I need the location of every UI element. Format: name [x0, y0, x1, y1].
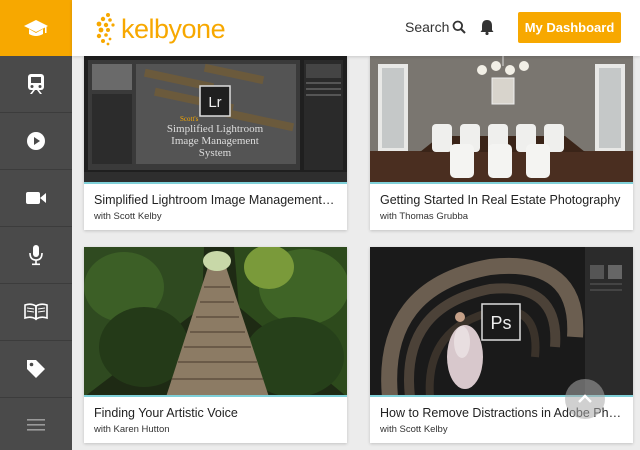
sidebar-item-podcasts[interactable] [0, 227, 72, 284]
tag-icon [27, 360, 45, 378]
play-icon [27, 132, 45, 150]
microphone-icon [29, 245, 43, 266]
card-body: Finding Your Artistic Voice with Karen H… [84, 397, 347, 443]
spiral-staircase-photo: Ps [370, 247, 633, 395]
menu-icon [27, 419, 45, 431]
sidebar [0, 0, 72, 450]
chevron-up-icon [578, 394, 592, 403]
svg-text:Simplified Lightroom: Simplified Lightroom [167, 123, 264, 135]
dining-room-photo [370, 56, 633, 182]
svg-text:Scott's: Scott's [180, 115, 199, 123]
garden-stairs-photo [84, 247, 347, 395]
kelbyone-logo[interactable]: kelbyone [96, 12, 226, 46]
train-icon [28, 74, 44, 94]
card-body: Simplified Lightroom Image Management Sy… [84, 184, 347, 230]
course-author: with Scott Kelby [380, 424, 448, 435]
course-card[interactable]: Getting Started In Real Estate Photograp… [370, 56, 633, 230]
logo-wordmark: kelbyone [121, 13, 226, 44]
course-thumbnail [84, 247, 347, 397]
svg-text:System: System [199, 147, 232, 159]
course-thumbnail: Lr Simplified Lightroom Image Management… [84, 56, 347, 184]
course-title[interactable]: Simplified Lightroom Image Management Sy… [94, 193, 337, 207]
logo-dots-icon [96, 13, 115, 46]
course-title[interactable]: Getting Started In Real Estate Photograp… [380, 193, 623, 207]
search-icon [452, 20, 467, 34]
notifications-button[interactable] [480, 19, 494, 40]
search-button[interactable]: Search [405, 19, 467, 35]
card-body: Getting Started In Real Estate Photograp… [370, 184, 633, 230]
course-thumbnail [370, 56, 633, 184]
search-label: Search [405, 19, 450, 35]
scroll-to-top-button[interactable] [565, 379, 605, 419]
course-title[interactable]: Finding Your Artistic Voice [94, 406, 337, 420]
course-author: with Karen Hutton [94, 424, 170, 435]
lightroom-screenshot: Lr Simplified Lightroom Image Management… [84, 56, 347, 182]
book-icon [24, 303, 48, 321]
sidebar-item-learning-paths[interactable] [0, 56, 72, 113]
course-card[interactable]: Finding Your Artistic Voice with Karen H… [84, 247, 347, 443]
svg-text:Ps: Ps [490, 313, 511, 333]
graduation-cap-icon [24, 20, 48, 36]
course-author: with Scott Kelby [94, 211, 162, 222]
bell-icon [480, 20, 494, 36]
my-dashboard-button[interactable]: My Dashboard [518, 12, 621, 43]
sidebar-item-deals[interactable] [0, 341, 72, 398]
sidebar-item-live[interactable] [0, 170, 72, 227]
sidebar-item-courses[interactable] [0, 0, 72, 56]
sidebar-item-video[interactable] [0, 113, 72, 170]
video-camera-icon [26, 192, 46, 204]
sidebar-item-magazine[interactable] [0, 284, 72, 341]
svg-text:Lr: Lr [208, 94, 221, 111]
sidebar-menu-toggle[interactable] [0, 400, 72, 450]
top-header: kelbyone Search My Dashboard [72, 0, 640, 56]
course-author: with Thomas Grubba [380, 211, 469, 222]
svg-text:Image Management: Image Management [171, 135, 259, 147]
course-thumbnail: Ps [370, 247, 633, 397]
course-card[interactable]: Lr Simplified Lightroom Image Management… [84, 56, 347, 230]
